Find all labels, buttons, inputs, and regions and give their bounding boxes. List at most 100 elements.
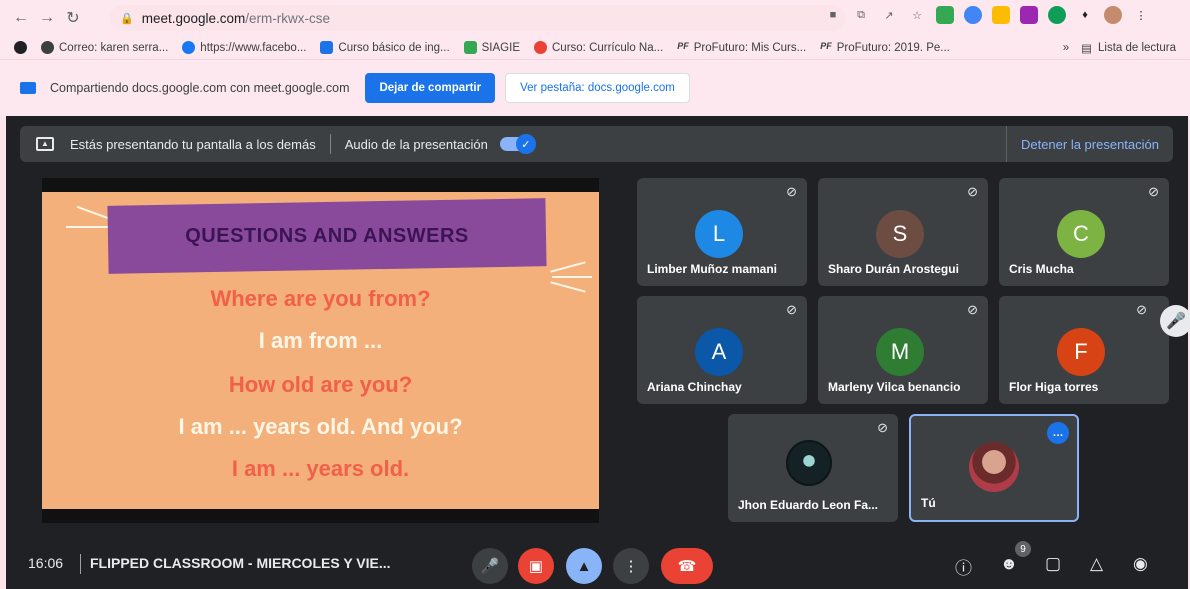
more-options-button[interactable]: ⋮ xyxy=(613,548,649,584)
bookmarks-overflow[interactable]: » xyxy=(1063,42,1069,54)
participant-name: Limber Muñoz mamani xyxy=(647,262,778,276)
bookmark-label: ProFuturo: 2019. Pe... xyxy=(836,41,950,54)
reading-list[interactable]: ▤ Lista de lectura xyxy=(1081,41,1176,55)
extension-teal-icon[interactable] xyxy=(1048,6,1066,24)
meet-window: ▲ Estás presentando tu pantalla a los de… xyxy=(6,116,1188,589)
star-icon[interactable]: ☆ xyxy=(908,6,926,24)
participant-tile[interactable]: ⊘ S Sharo Durán Arostegui xyxy=(818,178,988,286)
share-icon[interactable]: ↗ xyxy=(880,6,898,24)
presenting-banner: ▲ Estás presentando tu pantalla a los de… xyxy=(20,126,1173,162)
people-icon[interactable]: ☻ xyxy=(1000,554,1018,574)
bookmark-favicon xyxy=(320,41,334,54)
self-tile[interactable]: … Tú xyxy=(909,414,1079,522)
avatar: A xyxy=(695,328,743,376)
facebook-icon xyxy=(182,41,196,54)
bookmark-label: SIAGIE xyxy=(481,41,520,54)
bookmark-3[interactable]: SIAGIE xyxy=(457,41,527,54)
bookmark-6[interactable]: PF ProFuturo: 2019. Pe... xyxy=(813,41,957,54)
address-bar[interactable]: 🔒 meet.google.com/erm-rkwx-cse xyxy=(110,5,845,31)
extension-purple-icon[interactable] xyxy=(1020,6,1038,24)
extensions-row: ■ ⧉ ↗ ☆ ♦ ⋮ xyxy=(824,6,1150,24)
reload-icon[interactable]: ↻ xyxy=(60,5,86,31)
bookmark-favicon: PF xyxy=(820,41,832,51)
slide-line-0: Where are you from? xyxy=(210,286,431,311)
avatar xyxy=(969,442,1019,492)
bookmark-apps[interactable] xyxy=(0,41,34,54)
participant-tile[interactable]: ⊘ F Flor Higa torres xyxy=(999,296,1169,404)
mic-off-icon: ⊘ xyxy=(877,420,888,435)
participant-name: Sharo Durán Arostegui xyxy=(828,262,959,276)
sharing-bar: Compartiendo docs.google.com con meet.go… xyxy=(0,60,1190,116)
url-host: meet.google.com xyxy=(141,10,246,26)
bookmark-favicon xyxy=(463,41,477,54)
slide-decoration xyxy=(550,261,586,273)
slide-decoration xyxy=(76,205,112,221)
avatar: S xyxy=(876,210,924,258)
lock-icon: 🔒 xyxy=(120,12,134,25)
bookmark-5[interactable]: PF ProFuturo: Mis Curs... xyxy=(670,41,813,54)
menu-icon[interactable]: ⋮ xyxy=(1132,6,1150,24)
avatar: F xyxy=(1057,328,1105,376)
extension-green-icon[interactable] xyxy=(936,6,954,24)
slide-canvas: QUESTIONS AND ANSWERS Where are you from… xyxy=(42,192,599,509)
open-in-new-icon[interactable]: ⧉ xyxy=(852,6,870,24)
bookmark-label: Correo: karen serra... xyxy=(59,41,169,54)
extension-blue-icon[interactable] xyxy=(964,6,982,24)
forward-icon[interactable]: → xyxy=(34,5,60,31)
presentation-audio-label: Audio de la presentación xyxy=(344,136,488,152)
present-button[interactable]: ▲ xyxy=(566,548,602,584)
participant-count-badge: 9 xyxy=(1015,541,1031,557)
participant-tile[interactable]: ⊘ M Marleny Vilca benancio xyxy=(818,296,988,404)
participant-name: Flor Higa torres xyxy=(1009,380,1099,394)
mic-off-icon: ⊘ xyxy=(786,302,797,317)
mic-off-icon: ⊘ xyxy=(1148,184,1159,199)
bookmark-4[interactable]: Curso: Currículo Na... xyxy=(527,41,670,54)
slide-decoration xyxy=(552,276,592,278)
sharing-text: Compartiendo docs.google.com con meet.go… xyxy=(50,81,350,95)
speaking-indicator-icon: 🎤 xyxy=(1160,305,1190,337)
camera-off-button[interactable]: ▣ xyxy=(518,548,554,584)
view-tab-button[interactable]: Ver pestaña: docs.google.com xyxy=(505,73,690,103)
host-controls-icon[interactable]: ◉ xyxy=(1133,554,1148,574)
reading-list-label: Lista de lectura xyxy=(1098,42,1176,54)
apps-icon xyxy=(14,41,27,54)
more-options-icon[interactable]: … xyxy=(1047,422,1069,444)
presenting-text: Estás presentando tu pantalla a los demá… xyxy=(70,136,316,152)
camera-icon[interactable]: ■ xyxy=(824,6,842,24)
participant-name: Marleny Vilca benancio xyxy=(828,380,961,394)
bookmark-2[interactable]: Curso básico de ing... xyxy=(313,41,456,54)
presentation-audio-toggle[interactable]: ✓ xyxy=(499,134,536,154)
microphone-button[interactable]: 🎤 xyxy=(472,548,508,584)
slide-title: QUESTIONS AND ANSWERS xyxy=(185,224,469,247)
screen-share-icon xyxy=(20,82,36,94)
bookmark-label: Curso básico de ing... xyxy=(338,41,450,54)
slide-line-1: I am from ... xyxy=(258,328,383,353)
participant-tile[interactable]: ⊘ C Cris Mucha xyxy=(999,178,1169,286)
info-icon[interactable]: ⓘ xyxy=(955,554,972,579)
bookmark-favicon xyxy=(534,41,547,54)
bookmark-1[interactable]: https://www.facebo... xyxy=(175,41,313,54)
bookmark-favicon: PF xyxy=(677,41,689,51)
leave-call-button[interactable]: ☎ xyxy=(661,548,713,584)
chat-icon[interactable]: ▢ xyxy=(1045,554,1061,574)
participant-name: Jhon Eduardo Leon Fa... xyxy=(738,498,879,512)
participant-tile[interactable]: ⊘ Jhon Eduardo Leon Fa... xyxy=(728,414,898,522)
back-icon[interactable]: ← xyxy=(8,5,34,31)
avatar: L xyxy=(695,210,743,258)
extension-yellow-icon[interactable] xyxy=(992,6,1010,24)
profile-avatar[interactable] xyxy=(1104,6,1122,24)
participant-tile[interactable]: ⊘ L Limber Muñoz mamani xyxy=(637,178,807,286)
avatar: M xyxy=(876,328,924,376)
slide-line-3: I am ... years old. And you? xyxy=(178,414,463,439)
mic-off-icon: ⊘ xyxy=(1136,302,1147,317)
mic-off-icon: ⊘ xyxy=(967,302,978,317)
bookmark-0[interactable]: Correo: karen serra... xyxy=(34,41,175,54)
slide-line-4: I am ... years old. xyxy=(231,456,410,481)
activities-icon[interactable]: △ xyxy=(1090,554,1103,574)
stop-presenting-button[interactable]: Detener la presentación xyxy=(1005,126,1173,162)
avatar: C xyxy=(1057,210,1105,258)
meeting-name: FLIPPED CLASSROOM - MIERCOLES Y VIE... xyxy=(90,555,391,571)
puzzle-icon[interactable]: ♦ xyxy=(1076,6,1094,24)
stop-sharing-button[interactable]: Dejar de compartir xyxy=(365,73,496,103)
participant-tile[interactable]: ⊘ A Ariana Chinchay xyxy=(637,296,807,404)
